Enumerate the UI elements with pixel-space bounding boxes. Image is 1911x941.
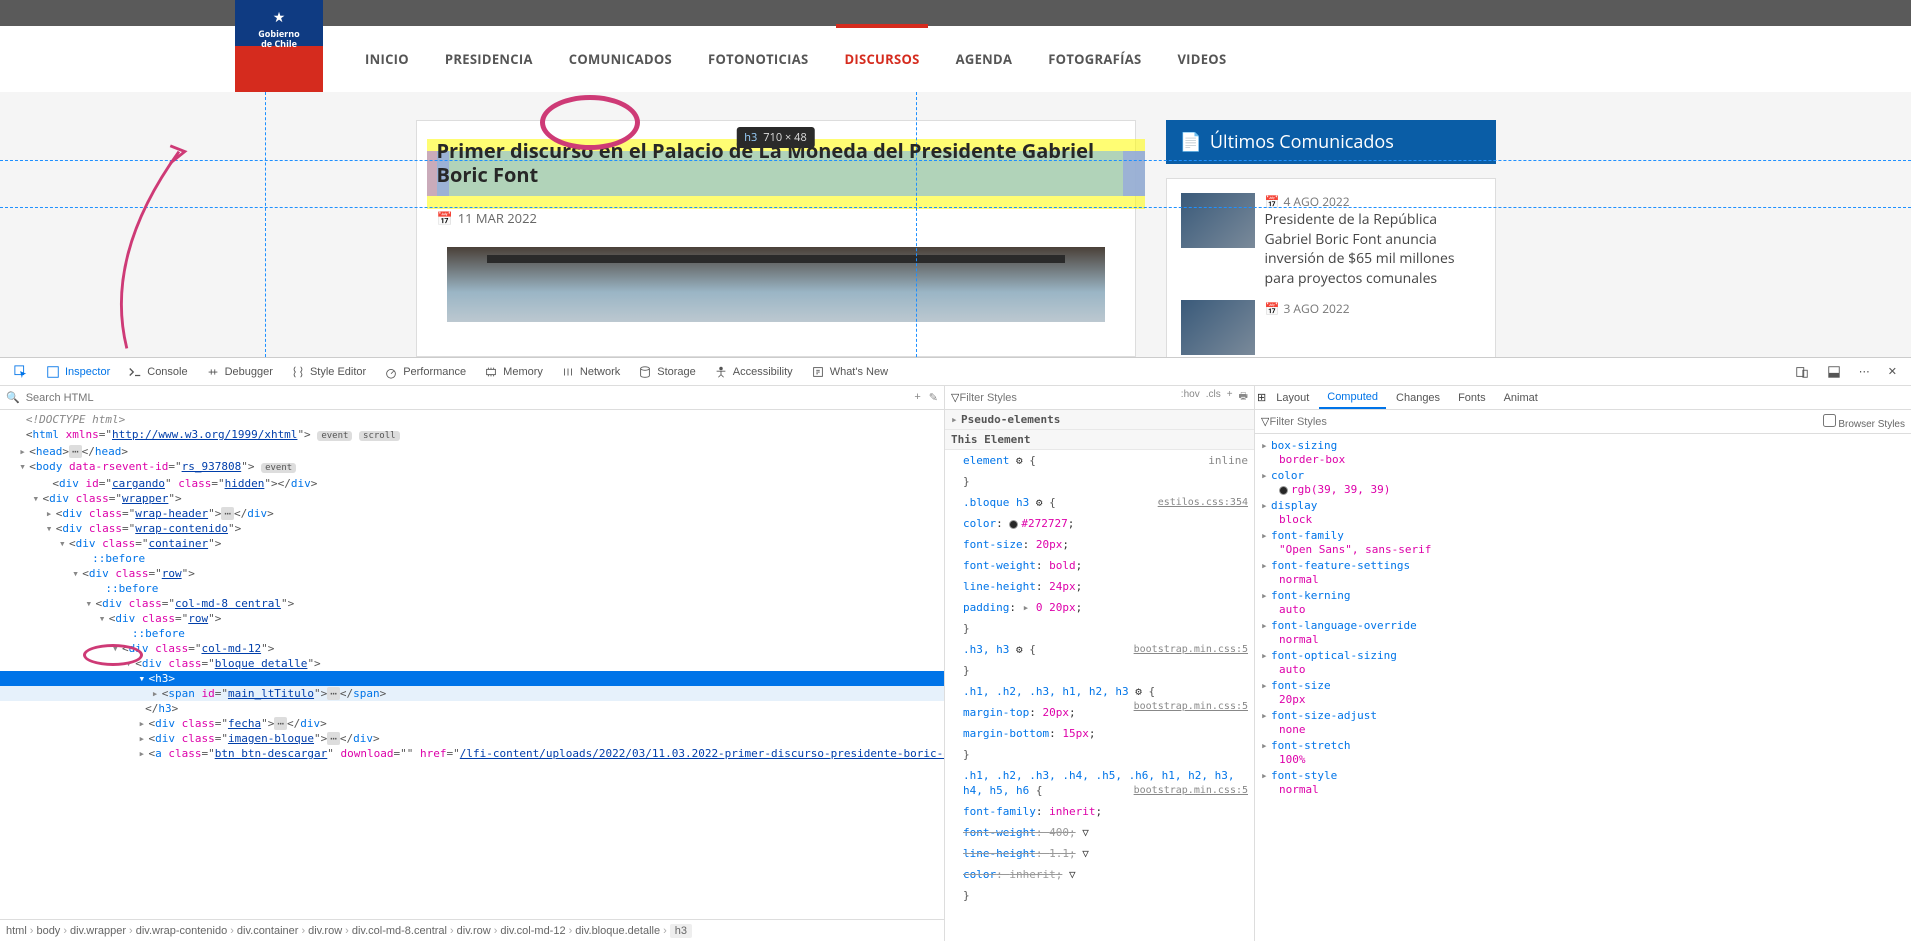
calendar-icon: 📅 [1265, 300, 1280, 317]
tab-computed[interactable]: Computed [1319, 387, 1386, 409]
devtools: Inspector Console Debugger Style Editor … [0, 357, 1911, 941]
logo-text: Gobiernode Chile [258, 29, 299, 49]
inspect-tooltip: h3 710 × 48 [736, 127, 815, 148]
tab-fonts[interactable]: Fonts [1450, 388, 1494, 408]
sidebar-heading: 📄 Últimos Comunicados [1166, 120, 1496, 164]
sidebar-item-title: Presidente de la República Gabriel Boric… [1265, 210, 1481, 288]
responsive-mode-button[interactable] [1787, 361, 1817, 383]
html-tree[interactable]: <!DOCTYPE html> <html xmlns="http://www.… [0, 410, 944, 919]
add-node-button[interactable]: + [914, 391, 920, 404]
tab-layout[interactable]: Layout [1268, 388, 1317, 408]
devtools-toolbar: Inspector Console Debugger Style Editor … [0, 358, 1911, 386]
tab-style-editor[interactable]: Style Editor [283, 361, 374, 383]
tab-performance[interactable]: Performance [376, 361, 474, 383]
main-nav: INICIO PRESIDENCIA COMUNICADOS FOTONOTIC… [323, 26, 1244, 92]
logo[interactable]: ★ Gobiernode Chile [235, 0, 323, 92]
calendar-icon: 📅 [437, 209, 453, 227]
nav-agenda[interactable]: AGENDA [938, 50, 1031, 68]
sidebar-thumb [1181, 193, 1255, 248]
browser-styles-checkbox[interactable] [1823, 414, 1836, 427]
sidebar-thumb [1181, 300, 1255, 355]
print-button[interactable]: 🖶 [1239, 389, 1248, 406]
html-search-input[interactable] [26, 392, 909, 404]
computed-list[interactable]: ▸box-sizingborder-box ▸colorrgb(39, 39, … [1255, 434, 1911, 941]
tab-console[interactable]: Console [120, 361, 195, 383]
nav-inicio[interactable]: INICIO [347, 50, 427, 68]
tab-network[interactable]: Network [553, 361, 628, 383]
breadcrumb[interactable]: html› body› div.wrapper› div.wrap-conten… [0, 919, 944, 941]
nav-discursos[interactable]: DISCURSOS [826, 50, 937, 68]
eyedropper-button[interactable]: ✎ [929, 391, 938, 404]
logo-star-icon: ★ [273, 8, 286, 27]
styles-filter-input[interactable] [959, 392, 1180, 404]
styles-panel: ▽ :hov .cls + 🖶 ▸Pseudo-elements This El… [945, 386, 1255, 941]
more-button[interactable]: ⋯ [1851, 361, 1878, 382]
sidebar-item[interactable]: 📅4 AGO 2022 Presidente de la República G… [1181, 193, 1481, 288]
cls-button[interactable]: .cls [1206, 389, 1221, 406]
article-date: 📅 11 MAR 2022 [437, 209, 1115, 227]
filter-icon: ▽ [951, 391, 959, 404]
tab-accessibility[interactable]: Accessibility [706, 361, 801, 383]
computed-panel: ⊞ Layout Computed Changes Fonts Animat ▽… [1255, 386, 1911, 941]
html-search: 🔍 + ✎ [0, 386, 944, 410]
tab-memory[interactable]: Memory [476, 361, 551, 383]
sidebar-item[interactable]: 📅3 AGO 2022 [1181, 300, 1481, 355]
layout-panel-toggle[interactable]: ⊞ [1257, 391, 1266, 404]
calendar-icon: 📅 [1265, 193, 1280, 210]
nav-fotonoticias[interactable]: FOTONOTICIAS [690, 50, 826, 68]
html-panel: 🔍 + ✎ <!DOCTYPE html> <html xmlns="http:… [0, 386, 945, 941]
content: h3 710 × 48 Primer discurso en el Palaci… [0, 92, 1911, 357]
nav-videos[interactable]: VIDEOS [1159, 50, 1244, 68]
tab-changes[interactable]: Changes [1388, 388, 1448, 408]
article-card: h3 710 × 48 Primer discurso en el Palaci… [416, 120, 1136, 357]
tab-animations[interactable]: Animat [1496, 388, 1546, 408]
filter-icon: ▽ [1261, 415, 1269, 428]
hov-button[interactable]: :hov [1181, 389, 1200, 406]
article-image [447, 247, 1105, 322]
add-rule-button[interactable]: + [1227, 389, 1233, 406]
tab-whats-new[interactable]: What's New [803, 361, 896, 383]
header: ★ Gobiernode Chile INICIO PRESIDENCIA CO… [0, 26, 1911, 92]
tab-storage[interactable]: Storage [630, 361, 704, 383]
pick-element-button[interactable] [6, 361, 36, 383]
sidebar: 📄 Últimos Comunicados 📅4 AGO 2022 Presid… [1166, 120, 1496, 357]
tab-inspector[interactable]: Inspector [38, 361, 118, 383]
nav-presidencia[interactable]: PRESIDENCIA [427, 50, 551, 68]
nav-comunicados[interactable]: COMUNICADOS [551, 50, 690, 68]
dock-button[interactable] [1819, 361, 1849, 383]
tab-debugger[interactable]: Debugger [198, 361, 281, 383]
document-icon: 📄 [1180, 130, 1202, 154]
search-icon: 🔍 [6, 391, 20, 404]
computed-filter-input[interactable] [1269, 416, 1822, 428]
nav-fotografias[interactable]: FOTOGRAFÍAS [1030, 50, 1159, 68]
close-devtools-button[interactable]: ✕ [1880, 361, 1905, 382]
